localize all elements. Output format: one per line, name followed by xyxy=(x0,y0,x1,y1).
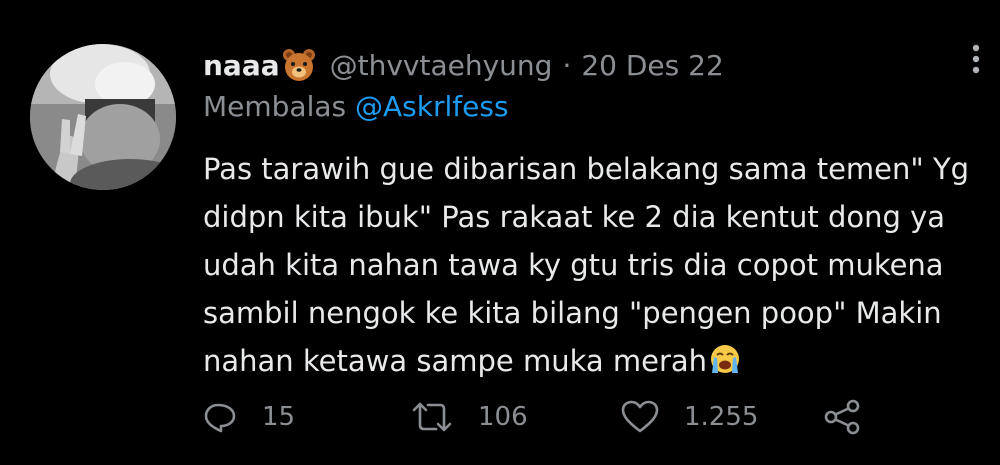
retweet-button[interactable]: 106 xyxy=(410,392,528,442)
tweet-text: Pas tarawih gue dibarisan belakang sama … xyxy=(203,145,973,385)
more-options-icon[interactable] xyxy=(966,42,986,82)
avatar[interactable] xyxy=(30,44,176,190)
tweet-text-line-last: nahan ketawa sampe muka merah xyxy=(203,337,973,385)
retweet-icon xyxy=(412,402,452,432)
share-icon xyxy=(824,399,860,435)
like-count: 1.255 xyxy=(684,402,759,432)
tweet-actions: 15 106 1.255 xyxy=(202,392,902,442)
reply-icon xyxy=(204,403,236,433)
tweet-date[interactable]: 20 Des 22 xyxy=(581,49,723,82)
tweet-text-line: sambil nengok ke kita bilang "pengen poo… xyxy=(203,296,942,330)
avatar-image xyxy=(30,44,176,190)
header-separator: · xyxy=(562,48,572,82)
user-handle[interactable]: @thvvtaehyung xyxy=(330,49,553,82)
tweet-text-line: didpn kita ibuk" Pas rakaat ke 2 dia ken… xyxy=(203,200,946,234)
bear-face-icon xyxy=(282,48,316,82)
like-button[interactable]: 1.255 xyxy=(620,392,758,442)
tweet-text-line: Pas tarawih gue dibarisan belakang sama … xyxy=(203,152,970,186)
loudly-crying-face-icon xyxy=(708,341,742,373)
reply-prefix: Membalas xyxy=(203,90,347,123)
tweet-text-line: udah kita nahan tawa ky gtu tris dia cop… xyxy=(203,248,944,282)
like-icon xyxy=(621,400,659,433)
replying-to: Membalas @Askrlfess xyxy=(203,90,509,123)
tweet-card: naaa @thvvtaehyung · 20 Des 22 Membalas … xyxy=(0,0,1000,465)
share-button[interactable] xyxy=(822,392,888,442)
tweet-text-line: nahan ketawa sampe muka merah xyxy=(203,344,708,378)
reply-button[interactable]: 15 xyxy=(202,392,295,442)
reply-mention-link[interactable]: @Askrlfess xyxy=(355,90,509,123)
display-name[interactable]: naaa xyxy=(203,49,280,82)
reply-count: 15 xyxy=(262,402,296,432)
retweet-count: 106 xyxy=(478,402,528,432)
tweet-header: naaa @thvvtaehyung · 20 Des 22 xyxy=(203,43,724,87)
